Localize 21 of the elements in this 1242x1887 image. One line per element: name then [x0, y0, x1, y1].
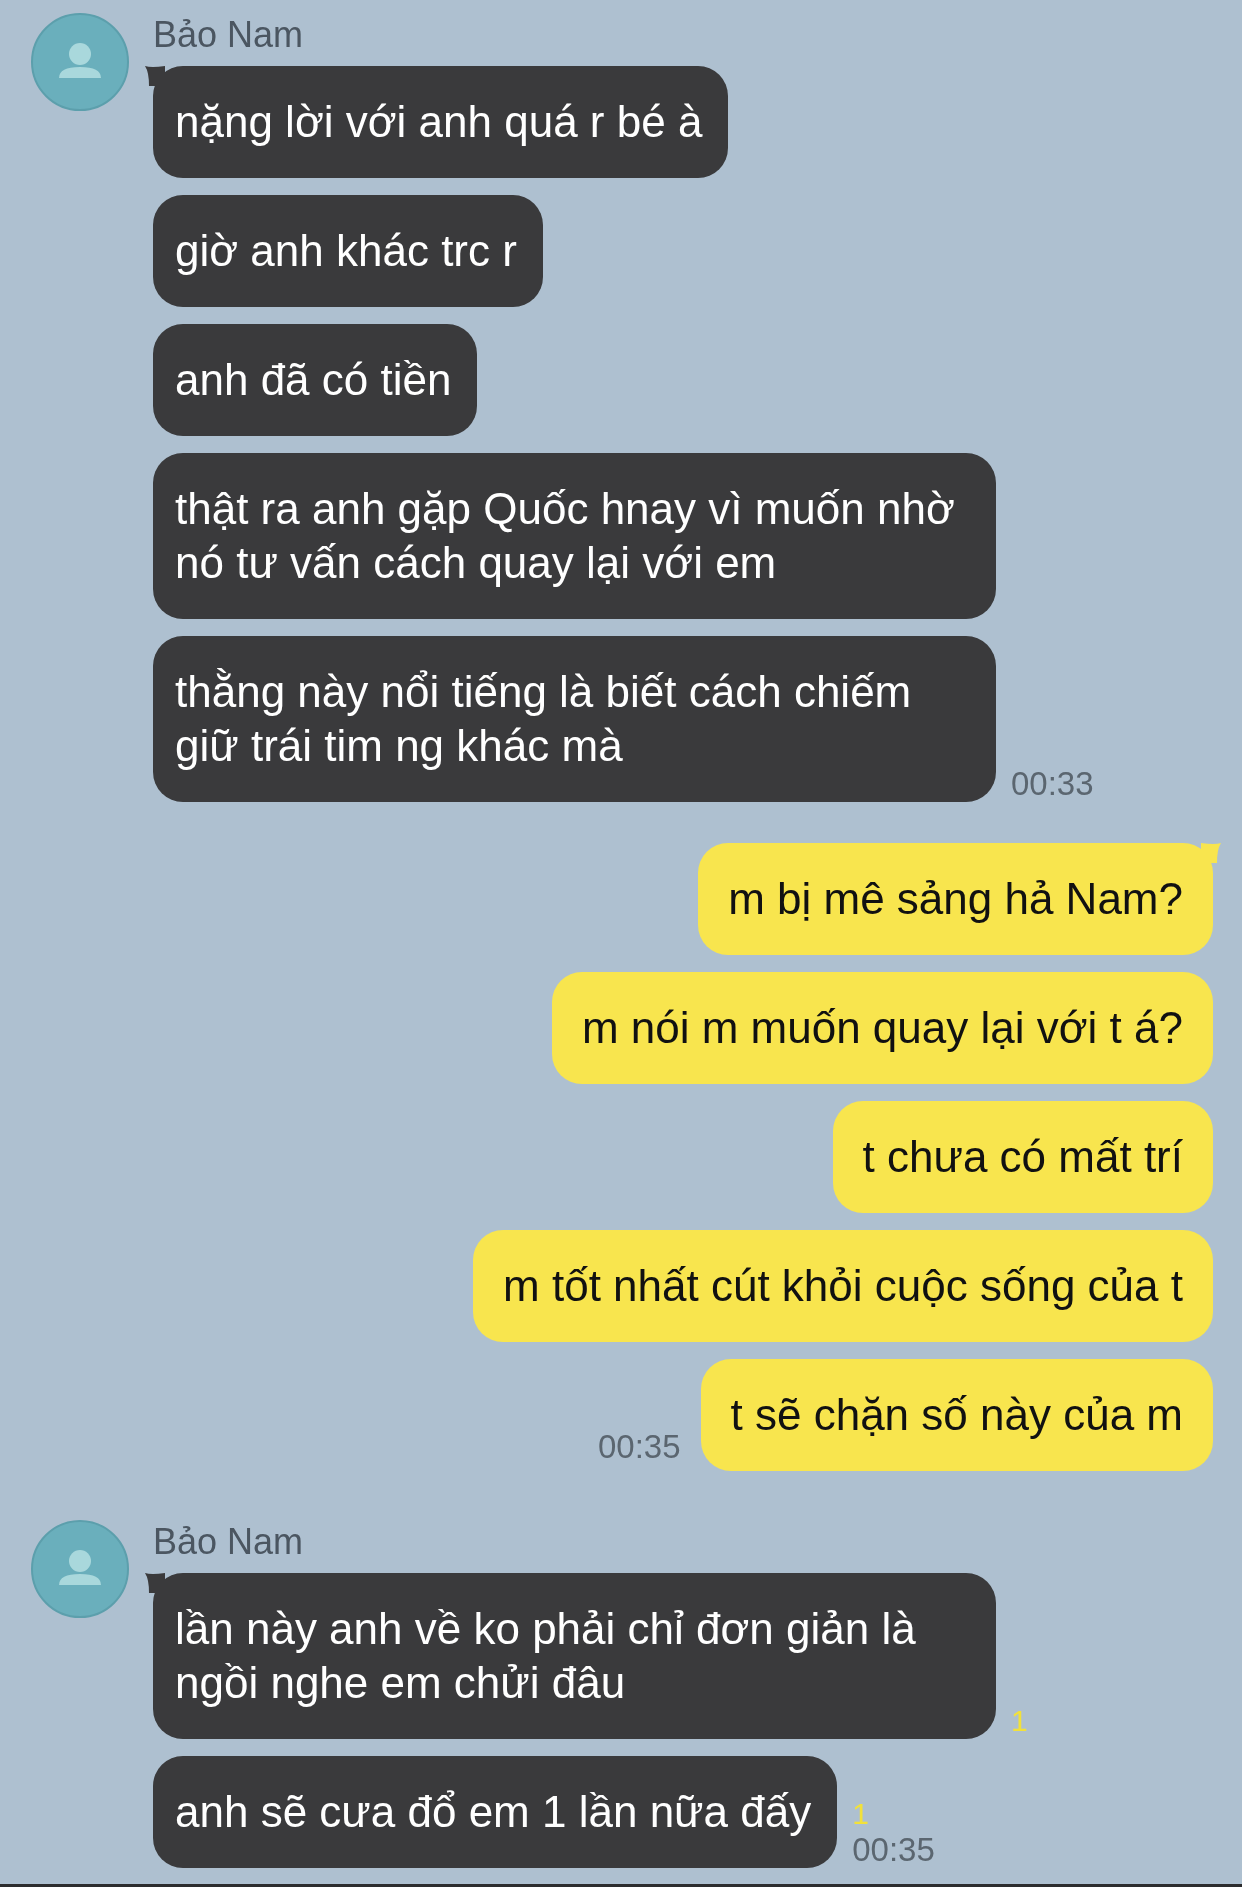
message-bubble: m tốt nhất cút khỏi cuộc sống của t	[473, 1230, 1213, 1342]
avatar-icon[interactable]	[30, 1519, 130, 1619]
message-bubble: anh sẽ cưa đổ em 1 lần nữa đấy	[153, 1756, 838, 1868]
timestamp: 00:35	[597, 1429, 681, 1465]
message-bubble: t chưa có mất trí	[832, 1101, 1213, 1213]
message-bubble: thật ra anh gặp Quốc hnay vì muốn nhờ nó tư vấn cách quay lại với em	[153, 453, 996, 619]
message-bubble: thằng này nổi tiếng là biết cách chiếm giữ trái tim ng khác mà	[153, 636, 996, 802]
message-bubble: giờ anh khác trc r	[153, 195, 543, 307]
timestamp: 00:35	[852, 1832, 935, 1868]
bubble-tail	[145, 66, 165, 86]
message-bubble: t sẽ chặn số này của m	[700, 1359, 1213, 1471]
timestamp: 00:33	[1011, 766, 1094, 802]
message-bubble: m nói m muốn quay lại với t á?	[551, 972, 1213, 1084]
sender-name: Bảo Nam	[153, 16, 304, 54]
bubble-tail	[145, 1573, 165, 1593]
avatar-icon[interactable]	[30, 12, 130, 112]
unread-count: 1	[1011, 1703, 1028, 1739]
bubble-tail	[1201, 843, 1221, 863]
sender-name: Bảo Nam	[153, 1523, 304, 1561]
message-bubble: anh đã có tiền	[153, 324, 478, 436]
unread-count: 1	[852, 1796, 869, 1832]
